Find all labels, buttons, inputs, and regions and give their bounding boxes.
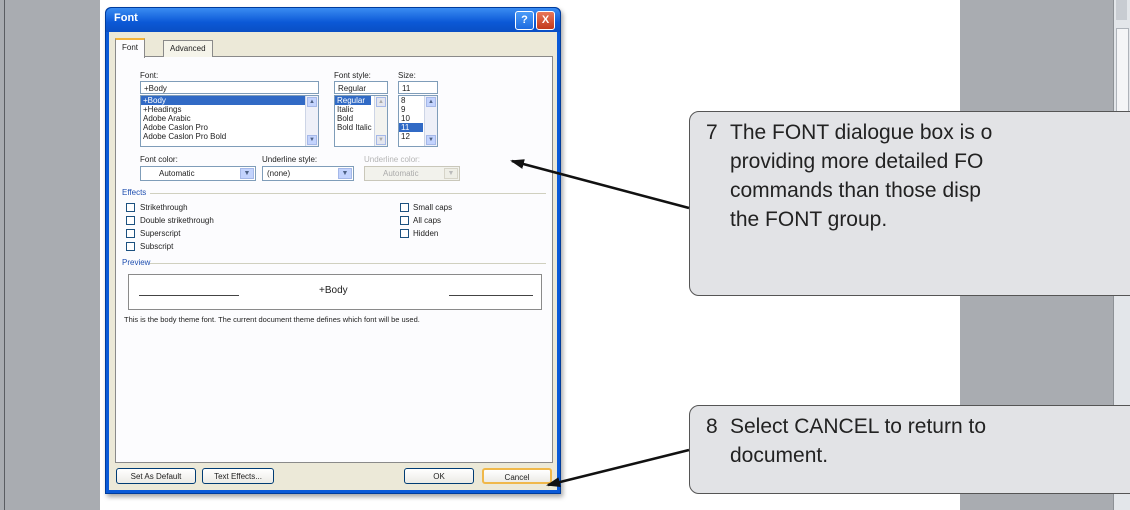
- callout-arrows: [510, 159, 690, 487]
- arrow-to-font-list: [510, 159, 690, 210]
- arrow-to-cancel-button: [546, 448, 690, 487]
